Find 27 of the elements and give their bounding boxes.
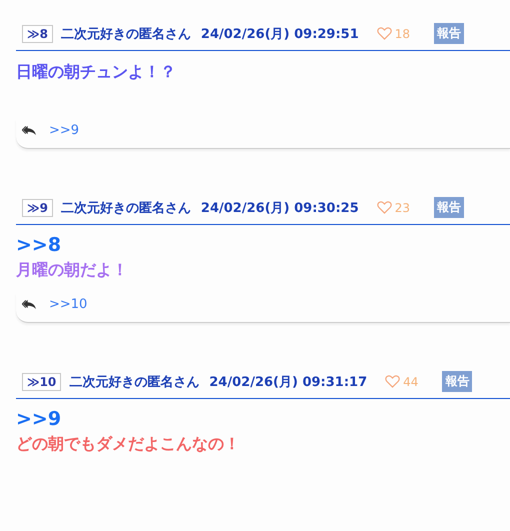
post-number[interactable]: ≫9 (22, 198, 53, 216)
post-date: 24/02/26(月) 09:30:25 (200, 200, 359, 216)
poster-name: 二次元好きの匿名さん (60, 200, 191, 216)
like-count: 18 (394, 26, 410, 40)
report-button[interactable]: 報告 (434, 23, 464, 44)
heart-icon (376, 201, 392, 214)
like-count: 44 (403, 374, 418, 388)
report-button[interactable]: 報告 (442, 371, 472, 392)
reply-anchor-link[interactable]: >>9 (16, 407, 510, 431)
post-date: 24/02/26(月) 09:29:51 (200, 26, 359, 42)
heart-icon (385, 375, 400, 388)
report-button[interactable]: 報告 (434, 197, 464, 218)
reply-link[interactable]: >>9 (49, 123, 80, 138)
reply-arrow-icon[interactable] (22, 299, 37, 310)
reply-arrow-icon[interactable] (22, 125, 37, 136)
reply-anchor-link[interactable]: >>8 (16, 233, 510, 257)
post-number[interactable]: ≫8 (22, 24, 53, 42)
post-date: 24/02/26(月) 09:31:17 (209, 374, 368, 390)
post-number[interactable]: ≫10 (22, 372, 62, 390)
poster-name: 二次元好きの匿名さん (69, 374, 200, 390)
post-text: 月曜の朝だよ！ (16, 259, 129, 281)
like-count: 23 (394, 200, 410, 214)
reply-link[interactable]: >>10 (49, 297, 88, 312)
poster-name: 二次元好きの匿名さん (60, 26, 191, 42)
post-text: どの朝でもダメだよこんなの！ (16, 433, 241, 455)
heart-icon (376, 27, 392, 40)
post-text: 日曜の朝チュンよ！？ (16, 61, 177, 83)
